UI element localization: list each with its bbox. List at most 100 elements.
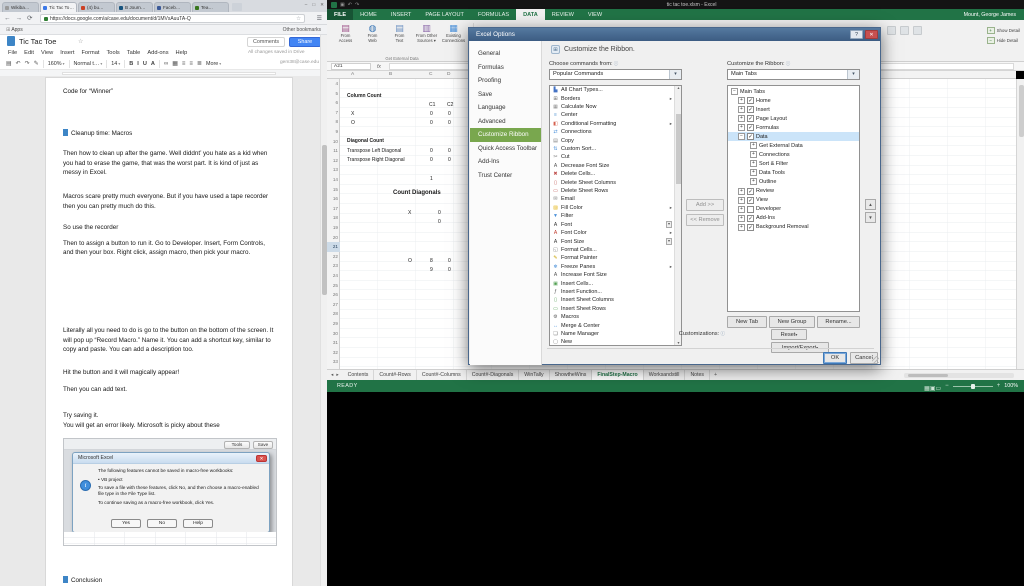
tree-item-data-tools[interactable]: +Data Tools [728, 168, 859, 177]
ribbon-misc-icon[interactable] [900, 26, 909, 35]
format-u-button[interactable]: U [143, 61, 147, 67]
row-header-13[interactable]: 13 [327, 165, 340, 175]
tree-item-review[interactable]: +✓Review [728, 187, 859, 196]
font-size-select[interactable]: 14 [111, 61, 120, 67]
command-custom-sort[interactable]: ⇅Custom Sort... [550, 145, 674, 153]
embed-yes-button[interactable]: Yes [111, 519, 141, 528]
sheet-cell[interactable]: X [408, 210, 411, 216]
close-button[interactable]: ✕ [865, 30, 878, 39]
expander-icon[interactable]: − [738, 133, 745, 140]
row-header-21[interactable]: 21 [327, 242, 340, 252]
ribbon-tab-data[interactable]: DATA [516, 9, 545, 20]
sheet-tab-count-columns[interactable]: Count#-Columns [417, 370, 467, 380]
sheet-cell[interactable]: Transpose Right Diagonal [347, 157, 405, 163]
other-bookmarks[interactable]: Other bookmarks [283, 27, 321, 33]
command-freeze-panes[interactable]: ❄Freeze Panes▸ [550, 263, 674, 271]
format-i-button[interactable]: I [137, 61, 139, 67]
row-header-32[interactable]: 32 [327, 348, 340, 358]
ribbon-tab-page-layout[interactable]: PAGE LAYOUT [418, 9, 471, 20]
row-header-8[interactable]: 8 [327, 117, 340, 127]
ribbon-tab-formulas[interactable]: FORMULAS [471, 9, 516, 20]
checkbox[interactable]: ✓ [747, 97, 754, 104]
expander-icon[interactable]: + [750, 160, 757, 167]
command-insert-sheet-columns[interactable]: ▯Insert Sheet Columns [550, 296, 674, 304]
command-delete-cells[interactable]: ✖Delete Cells... [550, 170, 674, 178]
options-nav-proofing[interactable]: Proofing [470, 74, 541, 88]
sheet-cell[interactable]: C2 [447, 102, 453, 108]
new-group-button[interactable]: New Group [769, 316, 815, 328]
sheet-tab-count-diagonals[interactable]: Count#-Diagonals [467, 370, 520, 380]
browser-tab-b-journ[interactable]: B Journ… [116, 2, 153, 12]
sheet-cell[interactable]: 0 [448, 111, 451, 117]
row-header-4[interactable]: 4 [327, 79, 340, 89]
embed-no-button[interactable]: No [147, 519, 177, 528]
expander-icon[interactable]: + [738, 206, 745, 213]
tree-item-developer[interactable]: +Developer [728, 205, 859, 214]
column-header-b[interactable]: B [389, 72, 392, 77]
row-header-22[interactable]: 22 [327, 252, 340, 262]
command-font-color[interactable]: AFont Color▸ [550, 229, 674, 237]
browser-tab-4-bu[interactable]: (4) bu… [78, 2, 115, 12]
command-decrease-font-size[interactable]: ADecrease Font Size [550, 162, 674, 170]
command-copy[interactable]: ▤Copy [550, 136, 674, 144]
expander-icon[interactable]: + [738, 215, 745, 222]
browser-tab-tea[interactable]: Tea… [192, 2, 229, 12]
ribbon-tab-home[interactable]: HOME [353, 9, 384, 20]
command-font-size[interactable]: AFont Size▾ [550, 237, 674, 245]
options-nav-customize-ribbon[interactable]: Customize Ribbon [470, 128, 541, 142]
reset-button[interactable]: Reset [771, 329, 807, 340]
refresh-button[interactable]: ⟳ [27, 14, 32, 23]
menu-format[interactable]: Format [81, 50, 99, 56]
tree-item-formulas[interactable]: +✓Formulas [728, 123, 859, 132]
sheet-cell[interactable]: 0 [430, 157, 433, 163]
zoom-slider[interactable] [953, 386, 993, 387]
tree-item-view[interactable]: +✓View [728, 196, 859, 205]
expander-icon[interactable]: + [738, 124, 745, 131]
command-new[interactable]: ▢New [550, 338, 674, 346]
resize-grip[interactable] [872, 356, 879, 363]
checkbox[interactable]: ✓ [747, 215, 754, 222]
zoom-in-button[interactable]: + [997, 383, 1001, 389]
options-nav-trust-center[interactable]: Trust Center [470, 169, 541, 183]
embed-help-button[interactable]: Help [183, 519, 213, 528]
zoom-level[interactable]: 100% [1004, 383, 1018, 389]
options-nav-quick-access-toolbar[interactable]: Quick Access Toolbar [470, 142, 541, 156]
signed-in-user[interactable]: Mount, George James [964, 9, 1024, 20]
expander-icon[interactable]: + [738, 224, 745, 231]
sheet-cell[interactable]: O [351, 120, 355, 126]
sheet-cell[interactable]: 0 [438, 219, 441, 225]
tree-item-insert[interactable]: +✓Insert [728, 105, 859, 114]
sheet-cell[interactable]: C1 [429, 102, 435, 108]
sheet-tab-showthewins[interactable]: ShowtheWins [550, 370, 593, 380]
row-header-31[interactable]: 31 [327, 338, 340, 348]
row-header-27[interactable]: 27 [327, 300, 340, 310]
menu-file[interactable]: File [8, 50, 17, 56]
back-button[interactable]: ← [4, 14, 11, 23]
command-borders[interactable]: ⊞Borders▸ [550, 94, 674, 102]
tree-item-get-external-data[interactable]: +Get External Data [728, 141, 859, 150]
qat-icon[interactable]: ▣ [340, 1, 345, 9]
command-conditional-formatting[interactable]: ◧Conditional Formatting▸ [550, 120, 674, 128]
tree-item-background-removal[interactable]: +✓Background Removal [728, 223, 859, 232]
sheet-cell[interactable]: 0 [448, 120, 451, 126]
dialog-titlebar[interactable]: Excel Options [469, 28, 880, 41]
row-header-33[interactable]: 33 [327, 357, 340, 367]
help-button[interactable]: ? [850, 30, 863, 39]
row-header-17[interactable]: 17 [327, 204, 340, 214]
row-header-10[interactable]: 10 [327, 137, 340, 147]
ribbon-tab-file[interactable]: FILE [327, 9, 353, 20]
expander-icon[interactable]: + [750, 169, 757, 176]
new-tab-button[interactable] [232, 3, 242, 11]
menu-help[interactable]: Help [176, 50, 188, 56]
expander-icon[interactable]: + [738, 197, 745, 204]
rename-button[interactable]: Rename... [817, 316, 860, 328]
toolbar-icon[interactable]: ▤ [6, 60, 12, 67]
checkbox[interactable]: ✓ [747, 115, 754, 122]
choose-commands-select[interactable]: Popular Commands [549, 69, 682, 80]
sheet-cell[interactable]: 0 [430, 148, 433, 154]
ribbon-tab-view[interactable]: VIEW [581, 9, 609, 20]
commands-scrollbar-thumb[interactable] [676, 114, 681, 184]
sheet-cell[interactable]: 0 [430, 111, 433, 117]
row-header-9[interactable]: 9 [327, 127, 340, 137]
checkbox[interactable]: ✓ [747, 224, 754, 231]
